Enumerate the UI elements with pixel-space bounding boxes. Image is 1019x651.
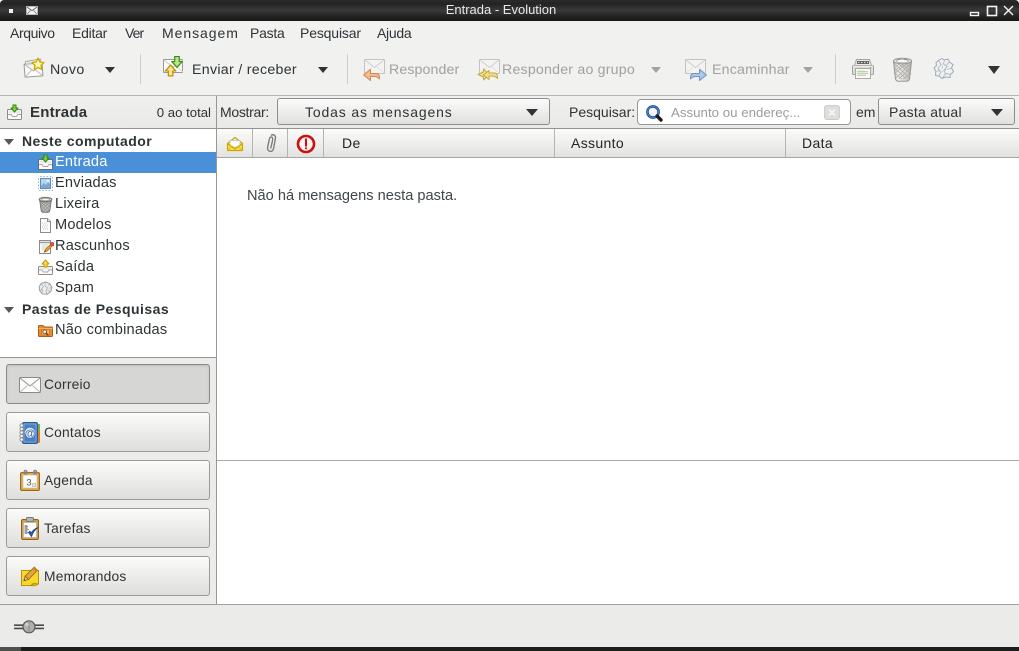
svg-text:3: 3 — [26, 478, 31, 489]
svg-text:@: @ — [25, 428, 36, 440]
